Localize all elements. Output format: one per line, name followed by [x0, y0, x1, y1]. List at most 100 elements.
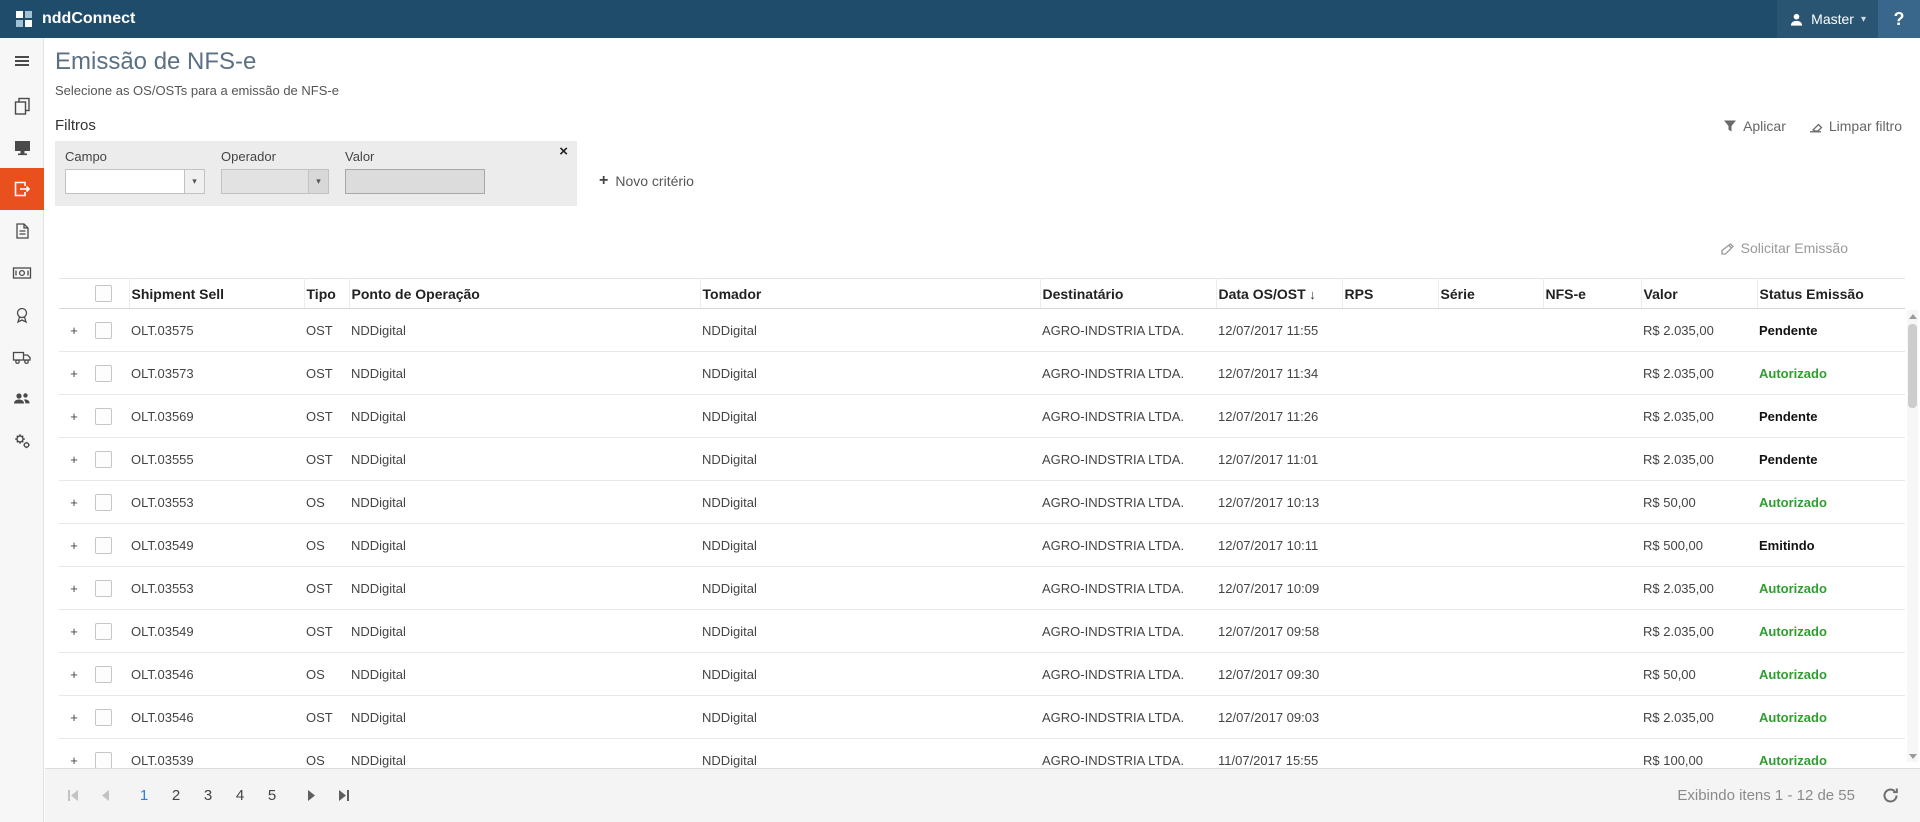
clear-filter-button[interactable]: Limpar filtro [1808, 118, 1902, 134]
sidebar-item-menu[interactable] [0, 38, 44, 84]
row-checkbox[interactable] [95, 537, 112, 554]
expand-row-button[interactable]: + [59, 567, 93, 610]
cell-rps [1342, 309, 1438, 352]
expand-row-button[interactable]: + [59, 481, 93, 524]
sidebar-item-logistics[interactable] [0, 336, 44, 378]
sidebar-item-users[interactable] [0, 378, 44, 420]
truck-icon [12, 347, 32, 367]
chevron-down-icon: ▾ [1861, 14, 1866, 25]
select-all-checkbox[interactable] [95, 285, 112, 302]
vertical-scrollbar[interactable] [1907, 310, 1918, 762]
sidebar-item-documents[interactable] [0, 210, 44, 252]
column-header-valor[interactable]: Valor [1641, 279, 1757, 309]
cell-nfse [1543, 739, 1641, 769]
row-checkbox[interactable] [95, 322, 112, 339]
cell-destinatario: AGRO-INDSTRIA LTDA. [1040, 610, 1216, 653]
cell-destinatario: AGRO-INDSTRIA LTDA. [1040, 438, 1216, 481]
monitor-icon [13, 138, 32, 157]
cell-data: 12/07/2017 11:26 [1216, 395, 1342, 438]
sidebar-item-monitor[interactable] [0, 126, 44, 168]
request-emission-button[interactable]: Solicitar Emissão [1720, 238, 1848, 258]
expand-row-button[interactable]: + [59, 696, 93, 739]
cell-destinatario: AGRO-INDSTRIA LTDA. [1040, 395, 1216, 438]
cell-tomador: NDDigital [700, 438, 1040, 481]
valor-input[interactable] [345, 169, 485, 194]
operador-select[interactable]: ▾ [221, 169, 329, 194]
help-button[interactable]: ? [1878, 0, 1920, 38]
campo-select[interactable]: ▾ [65, 169, 205, 194]
table-row: +OLT.03549OSTNDDigitalNDDigitalAGRO-INDS… [59, 610, 1905, 653]
sidebar-item-billing[interactable] [0, 252, 44, 294]
row-checkbox[interactable] [95, 365, 112, 382]
column-header-rps[interactable]: RPS [1342, 279, 1438, 309]
operador-label: Operador [221, 149, 329, 164]
column-header-data[interactable]: Data OS/OST ↓ [1216, 279, 1342, 309]
scroll-down-button[interactable] [1907, 750, 1918, 762]
cell-rps [1342, 395, 1438, 438]
cell-shipment: OLT.03569 [129, 395, 304, 438]
expand-row-button[interactable]: + [59, 352, 93, 395]
column-header-nfse[interactable]: NFS-e [1543, 279, 1641, 309]
page-button-5[interactable]: 5 [259, 782, 285, 810]
expand-row-button[interactable]: + [59, 653, 93, 696]
page-button-2[interactable]: 2 [163, 782, 189, 810]
column-header-status[interactable]: Status Emissão [1757, 279, 1905, 309]
cell-status: Autorizado [1757, 739, 1905, 769]
brand[interactable]: nddConnect [14, 9, 135, 29]
page-button-4[interactable]: 4 [227, 782, 253, 810]
column-header-ponto[interactable]: Ponto de Operação [349, 279, 700, 309]
row-checkbox[interactable] [95, 752, 112, 768]
sidebar-item-shipments[interactable] [0, 84, 44, 126]
last-page-button[interactable] [329, 782, 357, 810]
scrollbar-thumb[interactable] [1908, 324, 1917, 408]
column-header-destinatario[interactable]: Destinatário [1040, 279, 1216, 309]
column-header-tomador[interactable]: Tomador [700, 279, 1040, 309]
cell-tomador: NDDigital [700, 395, 1040, 438]
row-checkbox-cell [93, 309, 129, 352]
column-header-tipo[interactable]: Tipo [304, 279, 349, 309]
cell-shipment: OLT.03553 [129, 481, 304, 524]
expand-row-button[interactable]: + [59, 610, 93, 653]
new-criterion-button[interactable]: + Novo critério [599, 172, 694, 190]
table-row: +OLT.03539OSNDDigitalNDDigitalAGRO-INDST… [59, 739, 1905, 769]
page-button-3[interactable]: 3 [195, 782, 221, 810]
row-checkbox-cell [93, 524, 129, 567]
row-checkbox[interactable] [95, 709, 112, 726]
refresh-icon [1881, 786, 1900, 805]
sidebar-item-certificates[interactable] [0, 294, 44, 336]
page-button-1[interactable]: 1 [131, 782, 157, 810]
cell-serie [1438, 352, 1543, 395]
row-checkbox[interactable] [95, 408, 112, 425]
sort-desc-icon: ↓ [1306, 287, 1316, 302]
first-page-button[interactable] [59, 782, 87, 810]
column-header-serie[interactable]: Série [1438, 279, 1543, 309]
cell-status: Pendente [1757, 395, 1905, 438]
column-header-shipment[interactable]: Shipment Sell [129, 279, 304, 309]
row-checkbox-cell [93, 481, 129, 524]
sidebar-item-emission[interactable] [0, 168, 44, 210]
refresh-button[interactable] [1881, 786, 1900, 805]
remove-criterion-button[interactable]: × [559, 144, 568, 159]
cell-nfse [1543, 653, 1641, 696]
cell-ponto: NDDigital [349, 696, 700, 739]
expand-row-button[interactable]: + [59, 438, 93, 481]
next-page-button[interactable] [297, 782, 325, 810]
sidebar-item-settings[interactable] [0, 420, 44, 462]
cell-serie [1438, 610, 1543, 653]
scroll-up-button[interactable] [1907, 310, 1918, 322]
row-checkbox[interactable] [95, 451, 112, 468]
prev-page-button[interactable] [91, 782, 119, 810]
users-icon [12, 389, 32, 409]
cell-tomador: NDDigital [700, 567, 1040, 610]
row-checkbox[interactable] [95, 494, 112, 511]
expand-row-button[interactable]: + [59, 524, 93, 567]
row-checkbox[interactable] [95, 580, 112, 597]
expand-row-button[interactable]: + [59, 395, 93, 438]
expand-row-button[interactable]: + [59, 739, 93, 769]
apply-filter-button[interactable]: Aplicar [1723, 118, 1786, 134]
plus-icon: + [599, 172, 608, 190]
row-checkbox[interactable] [95, 623, 112, 640]
row-checkbox[interactable] [95, 666, 112, 683]
user-menu[interactable]: Master ▾ [1777, 0, 1878, 38]
expand-row-button[interactable]: + [59, 309, 93, 352]
